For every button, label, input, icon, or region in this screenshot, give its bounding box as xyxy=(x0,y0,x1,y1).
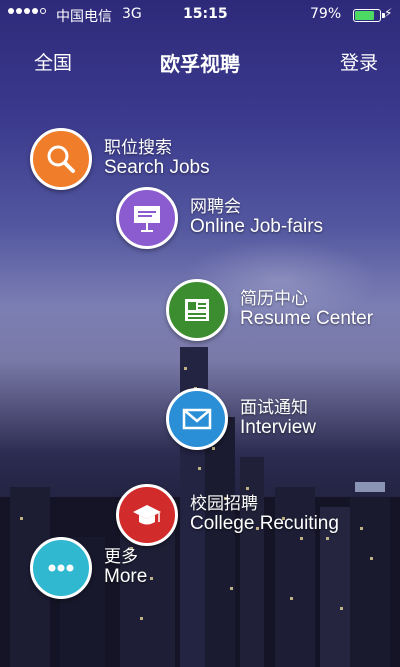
menu-label-en: More xyxy=(104,565,148,587)
login-button[interactable]: 登录 xyxy=(340,48,378,75)
presentation-icon xyxy=(116,187,178,249)
menu-label-zh: 校园招聘 xyxy=(190,494,258,515)
menu-label-zh: 职位搜索 xyxy=(104,138,172,159)
menu-label-zh: 更多 xyxy=(104,547,138,568)
battery-percent: 79% xyxy=(310,6,342,22)
search-icon xyxy=(30,128,92,190)
network-type-label: 3G xyxy=(122,6,142,22)
charging-icon: ⚡ xyxy=(384,6,393,20)
menu-label-zh: 简历中心 xyxy=(240,289,308,310)
menu-item-interview[interactable]: 面试通知 Interview xyxy=(166,388,316,450)
menu-item-search-jobs[interactable]: 职位搜索 Search Jobs xyxy=(30,128,210,190)
menu-item-online-job-fairs[interactable]: 网聘会 Online Job-fairs xyxy=(116,187,323,249)
navigation-bar: 全国 欧孚视聘 登录 xyxy=(0,40,400,84)
menu-item-college-recruiting[interactable]: 校园招聘 College Recuiting xyxy=(116,484,339,546)
document-icon xyxy=(166,279,228,341)
carrier-label: 中国电信 xyxy=(56,9,112,25)
menu-item-more[interactable]: 更多 More xyxy=(30,537,147,599)
menu-label-en: College Recuiting xyxy=(190,512,339,534)
menu-label-en: Search Jobs xyxy=(104,156,210,178)
menu-item-resume-center[interactable]: 简历中心 Resume Center xyxy=(166,279,373,341)
more-icon xyxy=(30,537,92,599)
battery-fill xyxy=(355,11,374,20)
battery-icon xyxy=(353,9,385,22)
menu-label-zh: 面试通知 xyxy=(240,398,308,419)
status-bar: 中国电信 3G 15:15 79% ⚡ xyxy=(0,0,400,30)
clock: 15:15 xyxy=(183,6,228,22)
menu-label-en: Online Job-fairs xyxy=(190,215,324,237)
menu-label-zh: 网聘会 xyxy=(190,197,241,218)
menu-label-en: Interview xyxy=(240,416,317,438)
menu-label-en: Resume Center xyxy=(240,307,374,329)
signal-strength-icon xyxy=(8,8,46,14)
envelope-icon xyxy=(166,388,228,450)
